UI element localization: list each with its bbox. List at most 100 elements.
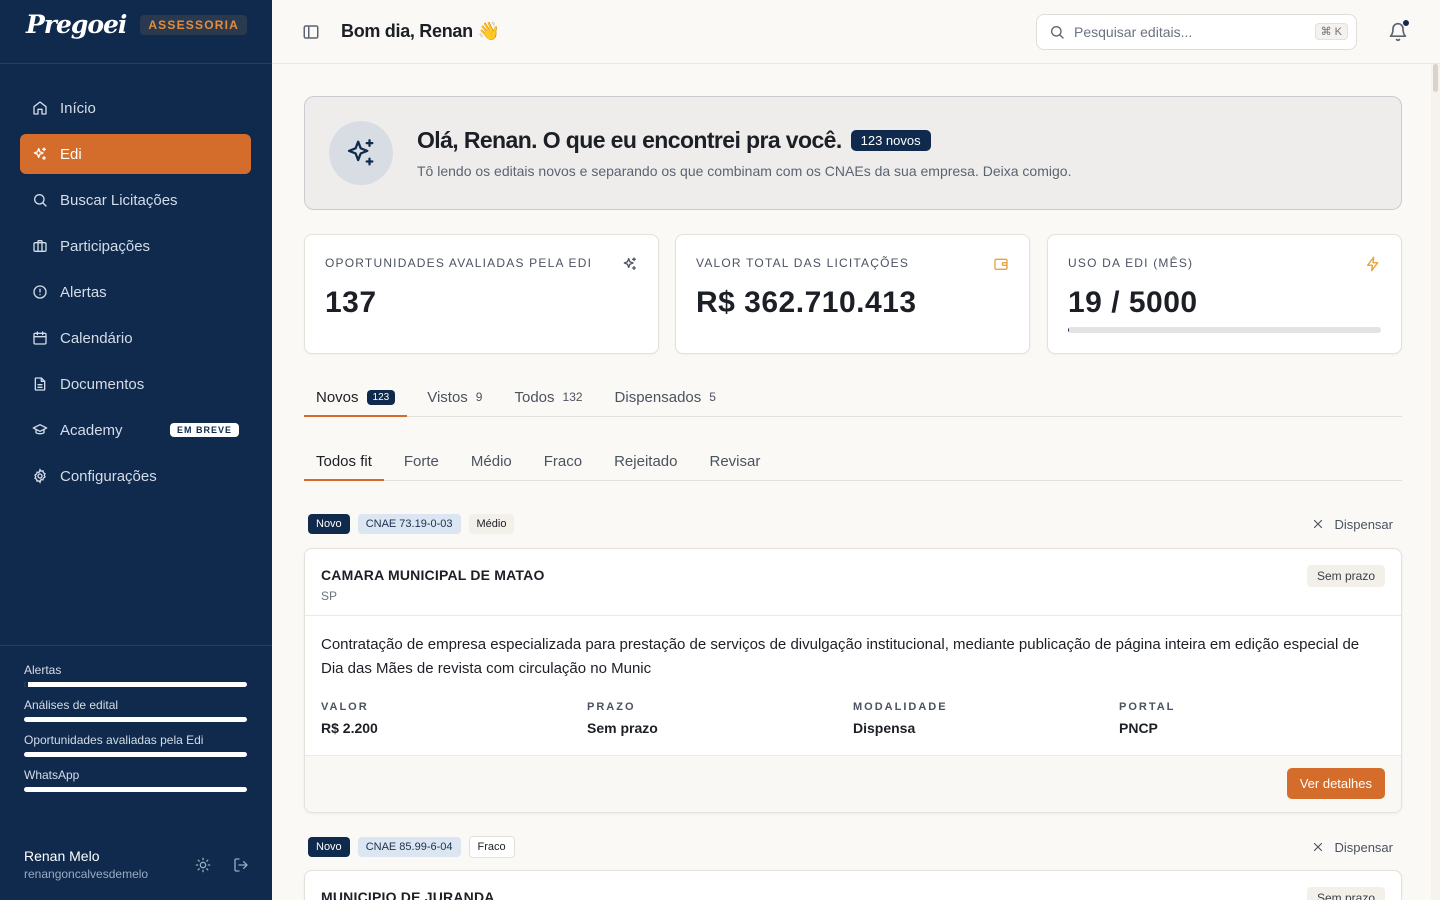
sidebar-item-label: Participações [60, 237, 151, 255]
topbar: Bom dia, Renan 👋 ⌘ K [272, 0, 1440, 64]
tab-dispensados[interactable]: Dispensados 5 [603, 378, 728, 416]
tab-fraco[interactable]: Fraco [532, 442, 594, 480]
sidebar-item-label: Documentos [60, 375, 145, 393]
logo[interactable]: Pregoei [26, 10, 127, 39]
sidebar-toggle-icon[interactable] [302, 23, 320, 41]
sidebar-item-edi[interactable]: Edi [20, 134, 251, 174]
alert-circle-icon [33, 285, 47, 299]
graduation-cap-icon [32, 424, 48, 435]
field-value: PNCP [1119, 720, 1158, 736]
usage-analises: Análises de edital [24, 697, 247, 722]
sidebar-item-documentos[interactable]: Documentos [20, 364, 251, 404]
card-footer: Ver detalhes [305, 755, 1401, 812]
search-icon [1051, 26, 1064, 39]
stat-label: VALOR TOTAL DAS LICITAÇÕES [696, 256, 910, 270]
user-profile: Renan Melo renangoncalvesdemelo [24, 848, 249, 881]
view-details-button[interactable]: Ver detalhes [1286, 768, 1385, 799]
hero-title: Olá, Renan. O que eu encontrei pra você.… [417, 127, 1071, 154]
scrollbar-track[interactable] [1431, 64, 1440, 900]
search-input[interactable] [1074, 24, 1304, 40]
organization-state: SP [321, 589, 338, 603]
tab-vistos[interactable]: Vistos 9 [415, 378, 494, 416]
document-icon [34, 377, 46, 391]
search-icon [34, 194, 47, 207]
opportunity-card: MUNICIPIO DE JURANDA Sem prazo [304, 870, 1402, 900]
brand-header: Pregoei ASSESSORIA [0, 0, 272, 64]
calendar-icon [33, 331, 47, 345]
home-icon [33, 101, 47, 115]
coming-soon-badge: EM BREVE [169, 423, 239, 437]
sidebar-item-buscar[interactable]: Buscar Licitações [20, 180, 251, 220]
card-header: MUNICIPIO DE JURANDA Sem prazo [305, 871, 1401, 900]
field-value: Dispensa [853, 720, 916, 736]
usage-label: Alertas [24, 663, 62, 677]
sidebar-item-alertas[interactable]: Alertas [20, 272, 251, 312]
opportunity-tags: Novo CNAE 85.99-6-04 Fraco Dispensar [308, 836, 1398, 858]
usage-label: Análises de edital [24, 698, 119, 712]
stat-card-oportunidades: OPORTUNIDADES AVALIADAS PELA EDI 137 [304, 234, 659, 354]
sidebar-item-label: Calendário [60, 329, 133, 347]
fit-badge: Fraco [468, 836, 515, 858]
opportunity-description: Contratação de empresa especializada par… [321, 636, 1360, 677]
sidebar: Pregoei ASSESSORIA Início Edi Buscar Lic… [0, 0, 272, 900]
tab-label: Novos [316, 388, 359, 406]
tab-todos[interactable]: Todos 132 [502, 378, 594, 416]
tab-novos[interactable]: Novos 123 [304, 378, 408, 417]
briefcase-icon [33, 240, 47, 252]
tab-count: 5 [709, 390, 716, 404]
usage-progress-fill [1068, 327, 1070, 333]
wallet-icon [994, 258, 1008, 270]
dismiss-button[interactable]: Dispensar [1311, 840, 1398, 855]
sidebar-item-label: Buscar Licitações [60, 191, 178, 209]
usage-bar [24, 787, 247, 792]
plan-badge: ASSESSORIA [140, 14, 247, 35]
tab-medio[interactable]: Médio [459, 442, 524, 480]
field-label: PORTAL [1119, 701, 1176, 713]
tab-label: Dispensados [614, 388, 702, 406]
organization-name: MUNICIPIO DE JURANDA [321, 889, 495, 900]
tab-label: Vistos [427, 388, 468, 406]
hero-avatar [329, 121, 393, 185]
search-box[interactable]: ⌘ K [1036, 14, 1357, 50]
tab-revisar[interactable]: Revisar [697, 442, 772, 480]
sidebar-item-inicio[interactable]: Início [20, 88, 251, 128]
user-name: Renan Melo [24, 848, 100, 864]
sidebar-item-label: Início [60, 99, 96, 117]
logout-icon[interactable] [233, 857, 249, 873]
usage-progress-bar [1068, 327, 1381, 333]
sidebar-item-configuracoes[interactable]: Configurações [20, 456, 251, 496]
stat-value: 19 / 5000 [1068, 286, 1198, 319]
hero-text: Olá, Renan. O que eu encontrei pra você.… [417, 127, 1071, 179]
field-label: MODALIDADE [853, 701, 948, 713]
usage-panel: Alertas Análises de edital Oportunidades… [0, 645, 272, 802]
sidebar-item-label: Academy [60, 421, 123, 439]
tab-count: 123 [366, 389, 396, 405]
usage-whatsapp: WhatsApp [24, 767, 247, 792]
keyboard-shortcut: ⌘ K [1314, 23, 1348, 40]
sidebar-item-label: Alertas [60, 283, 107, 301]
stat-card-uso: USO DA EDI (MÊS) 19 / 5000 [1047, 234, 1402, 354]
stat-label: OPORTUNIDADES AVALIADAS PELA EDI [325, 256, 593, 270]
sidebar-item-participacoes[interactable]: Participações [20, 226, 251, 266]
tab-forte[interactable]: Forte [392, 442, 451, 480]
tab-todos-fit[interactable]: Todos fit [304, 442, 384, 481]
page-greeting: Bom dia, Renan 👋 [341, 21, 500, 41]
tab-rejeitado[interactable]: Rejeitado [602, 442, 689, 480]
dismiss-button[interactable]: Dispensar [1311, 517, 1398, 532]
sun-icon[interactable] [195, 857, 211, 873]
opportunity-card: CAMARA MUNICIPAL DE MATAO SP Sem prazo C… [304, 548, 1402, 813]
deadline-badge: Sem prazo [1306, 565, 1385, 587]
scrollbar-thumb[interactable] [1433, 64, 1438, 92]
field-value: Sem prazo [587, 720, 658, 736]
dismiss-label: Dispensar [1334, 516, 1393, 532]
status-badge: Novo [308, 514, 350, 534]
sidebar-item-calendario[interactable]: Calendário [20, 318, 251, 358]
close-icon [1314, 842, 1323, 852]
gear-icon [34, 468, 46, 484]
sidebar-item-academy[interactable]: Academy EM BREVE [20, 410, 251, 450]
card-body: Contratação de empresa especializada par… [305, 616, 1401, 755]
field-prazo: PRAZO Sem prazo [587, 701, 853, 736]
status-tabs: Novos 123 Vistos 9 Todos 132 Dispensados… [304, 378, 1402, 417]
organization-name: CAMARA MUNICIPAL DE MATAO [321, 567, 545, 583]
user-info[interactable]: Renan Melo renangoncalvesdemelo [24, 848, 173, 881]
